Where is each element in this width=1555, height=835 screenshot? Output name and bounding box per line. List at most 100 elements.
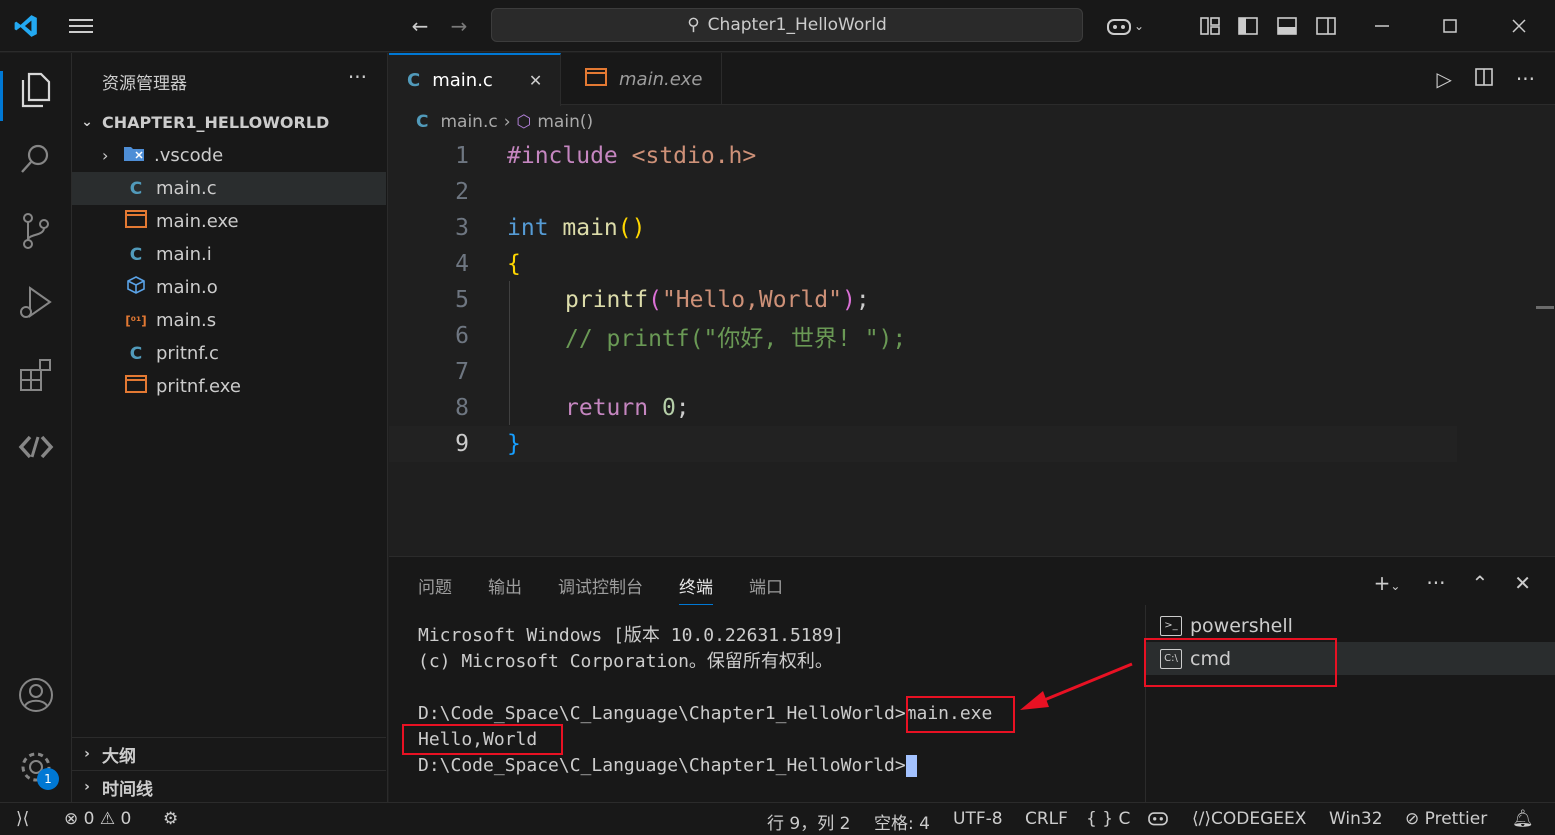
tree-item-pritnf-c[interactable]: C pritnf.c	[72, 337, 386, 370]
timeline-section[interactable]: › 时间线	[72, 770, 386, 803]
tree-item-pritnf-exe[interactable]: pritnf.exe	[72, 370, 386, 403]
toggle-primary-sidebar-icon[interactable]	[1232, 10, 1264, 42]
code-line-current: 9 }	[389, 426, 1457, 462]
forward-arrow-icon[interactable]: →	[443, 10, 475, 42]
tree-item-main-s[interactable]: [⁰¹] main.s	[72, 304, 386, 337]
code-token: ;	[675, 395, 690, 421]
maximize-icon[interactable]	[1434, 10, 1466, 42]
encoding[interactable]: UTF-8	[953, 809, 1003, 829]
menu-icon[interactable]	[65, 10, 97, 42]
c-file-icon: C	[129, 178, 143, 199]
annotation-arrow	[1020, 662, 1133, 710]
close-icon[interactable]: ✕	[529, 71, 542, 90]
run-debug-icon[interactable]	[14, 281, 58, 325]
warning-count: 0	[120, 809, 132, 829]
explorer-title: 资源管理器	[102, 74, 187, 94]
codegeex-icon: ⟨/⟩	[1192, 809, 1211, 829]
tree-item-label: main.s	[156, 310, 217, 331]
search-icon: ⚲	[687, 15, 700, 35]
copilot-status-icon[interactable]	[1147, 809, 1169, 832]
problems-status[interactable]: ⊗ 0 ⚠ 0	[64, 809, 131, 829]
tab-main-c[interactable]: C main.c ✕	[389, 53, 562, 106]
back-arrow-icon[interactable]: ←	[404, 10, 436, 42]
run-icon[interactable]: ▷	[1437, 67, 1452, 92]
prettier-status[interactable]: ⊘ Prettier	[1405, 809, 1487, 829]
breadcrumb-symbol[interactable]: main()	[537, 112, 593, 132]
chevron-down-icon: ⌄	[81, 114, 93, 130]
tree-item-main-c[interactable]: C main.c	[72, 172, 386, 205]
panel-tabs: 问题 输出 调试控制台 终端 端口	[418, 573, 783, 605]
search-icon[interactable]	[14, 137, 58, 181]
line-number: 9	[455, 431, 469, 457]
tree-item-main-i[interactable]: C main.i	[72, 238, 386, 271]
warning-icon: ⚠	[99, 809, 116, 829]
copilot-icon[interactable]: ⌄	[1100, 10, 1150, 42]
tree-item-label: pritnf.c	[156, 343, 219, 364]
accounts-icon[interactable]	[14, 673, 58, 717]
tab-problems[interactable]: 问题	[418, 573, 452, 605]
language-mode[interactable]: { } C	[1086, 809, 1130, 829]
command-center-search[interactable]: ⚲ Chapter1_HelloWorld	[491, 8, 1083, 42]
split-editor-icon[interactable]	[1474, 67, 1494, 92]
code-line: 7	[389, 354, 1529, 390]
braces-icon: { }	[1086, 809, 1114, 829]
line-number: 4	[455, 251, 469, 277]
more-actions-icon[interactable]: ···	[1426, 571, 1445, 595]
toggle-panel-icon[interactable]	[1271, 10, 1303, 42]
platform[interactable]: Win32	[1329, 809, 1383, 829]
customize-layout-icon[interactable]	[1194, 10, 1226, 42]
new-terminal-icon[interactable]: +⌄	[1374, 571, 1401, 595]
annotation-hello-world-box	[402, 724, 563, 755]
terminal-prompt-line: D:\Code_Space\C_Language\Chapter1_HelloW…	[418, 753, 992, 779]
more-actions-icon[interactable]: ···	[348, 65, 367, 89]
status-bar: ⟩⟨ ⊗ 0 ⚠ 0 ⚙ 行 9，列 2 空格: 4 UTF-8 CRLF { …	[0, 802, 1555, 835]
terminal-line: (c) Microsoft Corporation。保留所有权利。	[418, 651, 833, 672]
close-panel-icon[interactable]: ✕	[1514, 571, 1531, 595]
codegeex-status[interactable]: ⟨/⟩CODEGEEX	[1192, 809, 1306, 829]
extensions-icon[interactable]	[14, 353, 58, 397]
outline-section[interactable]: › 大纲	[72, 737, 386, 770]
annotation-main-exe-box	[906, 696, 1015, 733]
timeline-label: 时间线	[102, 779, 153, 800]
tab-label: main.c	[432, 70, 493, 91]
more-actions-icon[interactable]: ···	[1516, 67, 1535, 92]
line-number: 6	[455, 323, 469, 349]
tab-debug-console[interactable]: 调试控制台	[558, 573, 643, 605]
codegeex-icon[interactable]	[14, 425, 58, 469]
close-window-icon[interactable]	[1503, 10, 1535, 42]
maximize-panel-icon[interactable]: ⌃	[1471, 571, 1488, 595]
terminal-list: >_ powershell C:\ cmd	[1145, 605, 1555, 803]
tree-item-label: main.o	[156, 277, 218, 298]
tab-ports[interactable]: 端口	[749, 573, 783, 605]
code-token: {	[507, 251, 521, 277]
line-number: 2	[455, 179, 469, 205]
workspace-folder-header[interactable]: ⌄ CHAPTER1_HELLOWORLD	[72, 108, 387, 136]
code-token: printf	[565, 287, 649, 313]
cursor-position[interactable]: 行 9，列 2	[767, 809, 850, 834]
tree-item-vscode[interactable]: › .vscode	[72, 139, 386, 172]
tree-item-main-exe[interactable]: main.exe	[72, 205, 386, 238]
end-of-line[interactable]: CRLF	[1025, 809, 1068, 829]
tree-item-label: main.i	[156, 244, 212, 265]
explorer-icon[interactable]	[14, 67, 58, 111]
tab-main-exe[interactable]: main.exe	[567, 53, 722, 105]
remote-icon[interactable]: ⟩⟨	[16, 809, 29, 829]
exe-file-icon	[585, 67, 607, 91]
folder-icon	[122, 144, 146, 167]
breadcrumb-file[interactable]: main.c	[440, 112, 497, 132]
toggle-secondary-sidebar-icon[interactable]	[1310, 10, 1342, 42]
code-token: return	[565, 395, 649, 421]
indentation[interactable]: 空格: 4	[874, 809, 930, 834]
terminal-powershell-icon: >_	[1160, 615, 1182, 636]
tree-item-main-o[interactable]: main.o	[72, 271, 386, 304]
debug-icon[interactable]: ⚙	[163, 809, 178, 829]
minimize-icon[interactable]	[1366, 10, 1398, 42]
notifications-bell-icon[interactable]: 🔔︎	[1512, 809, 1534, 829]
title-bar: ← → ⚲ Chapter1_HelloWorld ⌄	[0, 0, 1555, 52]
source-control-icon[interactable]	[14, 209, 58, 253]
bottom-panel: 问题 输出 调试控制台 终端 端口 +⌄ ··· ⌃ ✕ Microsoft W…	[389, 556, 1555, 803]
code-editor[interactable]: 1 #include <stdio.h> 2 3 int main() 4 { …	[389, 138, 1529, 552]
tab-terminal[interactable]: 终端	[679, 573, 713, 605]
code-token: <stdio.h>	[617, 143, 757, 169]
tab-output[interactable]: 输出	[488, 573, 522, 605]
